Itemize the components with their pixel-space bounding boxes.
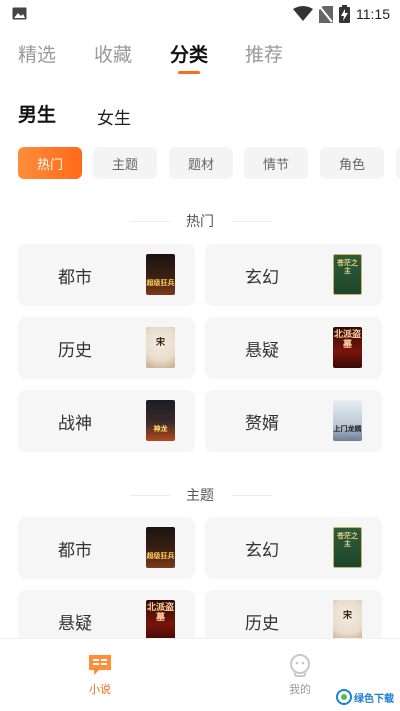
cover-title: 苍茫之主 (337, 259, 358, 275)
watermark: 绿色下载 (336, 689, 394, 705)
cover-title: 超级狂兵 (146, 279, 175, 287)
watermark-text: 绿色下载 (354, 693, 394, 705)
filter-chip-plot[interactable]: 情节 (244, 147, 308, 179)
category-label: 历史 (58, 341, 92, 361)
gender-female-tab[interactable]: 女生 (97, 104, 131, 129)
user-face-icon (290, 654, 310, 677)
section-divider-right (232, 495, 272, 496)
watermark-logo-icon (336, 689, 352, 705)
active-tab-indicator (178, 71, 200, 74)
filter-chip-subject[interactable]: 题材 (169, 147, 233, 179)
cover-title: 超级狂兵 (146, 552, 175, 560)
cover-title: 上门龙婿 (333, 425, 362, 433)
category-label: 战神 (58, 414, 92, 434)
book-cover: 宋 (146, 327, 175, 368)
tab-recommended[interactable]: 推荐 (245, 40, 283, 67)
filter-chip-role[interactable]: 角色 (320, 147, 384, 179)
category-card-urban[interactable]: 都市 超级狂兵 (18, 244, 195, 306)
book-cover: 北派盗墓 (146, 600, 175, 641)
category-label: 悬疑 (58, 614, 92, 634)
filter-chip-theme[interactable]: 主题 (93, 147, 157, 179)
nav-label: 我的 (289, 683, 311, 696)
tab-categories[interactable]: 分类 (170, 40, 208, 67)
book-cover: 宋 (333, 600, 362, 641)
book-cover: 超级狂兵 (146, 254, 175, 295)
gallery-notification-icon (12, 7, 27, 20)
book-cover: 苍茫之主 (333, 527, 362, 568)
category-card-history[interactable]: 历史 宋 (18, 317, 195, 379)
book-cover: 神龙 (146, 400, 175, 441)
book-cover: 北派盗墓 (333, 327, 362, 368)
nav-novels[interactable]: 小说 (70, 653, 130, 697)
top-tab-bar: 精选 收藏 分类 推荐 (0, 40, 400, 80)
category-label: 玄幻 (245, 268, 279, 288)
cover-title: 苍茫之主 (337, 532, 358, 548)
no-sim-icon (319, 5, 333, 23)
category-label: 悬疑 (245, 341, 279, 361)
category-card-son-in-law[interactable]: 赘婿 上门龙婿 (205, 390, 382, 452)
category-card-fantasy[interactable]: 玄幻 苍茫之主 (205, 517, 382, 579)
section-divider-right (232, 221, 272, 222)
category-label: 都市 (58, 268, 92, 288)
gender-male-tab[interactable]: 男生 (18, 100, 56, 127)
book-cover: 上门龙婿 (333, 400, 362, 441)
section-title-hot: 热门 (186, 214, 214, 230)
category-card-war-god[interactable]: 战神 神龙 (18, 390, 195, 452)
status-bar: 11:15 (0, 0, 400, 28)
category-label: 历史 (245, 614, 279, 634)
cover-title: 宋 (155, 338, 165, 348)
tab-featured[interactable]: 精选 (18, 40, 56, 67)
book-cover: 苍茫之主 (333, 254, 362, 295)
book-chat-icon (89, 655, 111, 675)
book-cover: 超级狂兵 (146, 527, 175, 568)
nav-label: 小说 (89, 683, 111, 696)
wifi-icon (293, 6, 313, 21)
section-title-theme: 主题 (186, 488, 214, 504)
category-card-fantasy[interactable]: 玄幻 苍茫之主 (205, 244, 382, 306)
cover-title: 神龙 (153, 425, 168, 433)
category-card-urban[interactable]: 都市 超级狂兵 (18, 517, 195, 579)
cover-title: 宋 (342, 611, 352, 621)
nav-profile[interactable]: 我的 (270, 653, 330, 697)
category-card-suspense[interactable]: 悬疑 北派盗墓 (205, 317, 382, 379)
status-time: 11:15 (356, 6, 390, 22)
category-label: 赘婿 (245, 414, 279, 434)
cover-title: 北派盗墓 (146, 603, 174, 623)
cover-title: 北派盗墓 (333, 330, 361, 350)
category-label: 玄幻 (245, 541, 279, 561)
tab-favorites[interactable]: 收藏 (94, 40, 132, 67)
filter-chip-hot[interactable]: 热门 (18, 147, 82, 179)
category-label: 都市 (58, 541, 92, 561)
battery-charging-icon (339, 5, 350, 23)
filter-chip-more[interactable] (396, 147, 400, 179)
